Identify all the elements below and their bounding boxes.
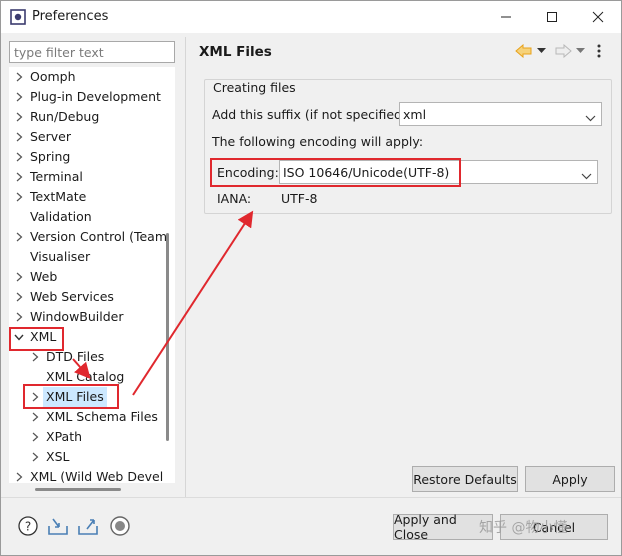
watermark: 知乎 @物小懂 bbox=[479, 520, 568, 536]
annotation-arrows bbox=[72, 210, 254, 396]
arrow-xml-to-xml-files bbox=[72, 358, 91, 379]
arrow-to-encoding bbox=[132, 210, 254, 396]
preferences-window: Preferences OomphPlug-in DevelopmentRun/… bbox=[0, 0, 622, 556]
